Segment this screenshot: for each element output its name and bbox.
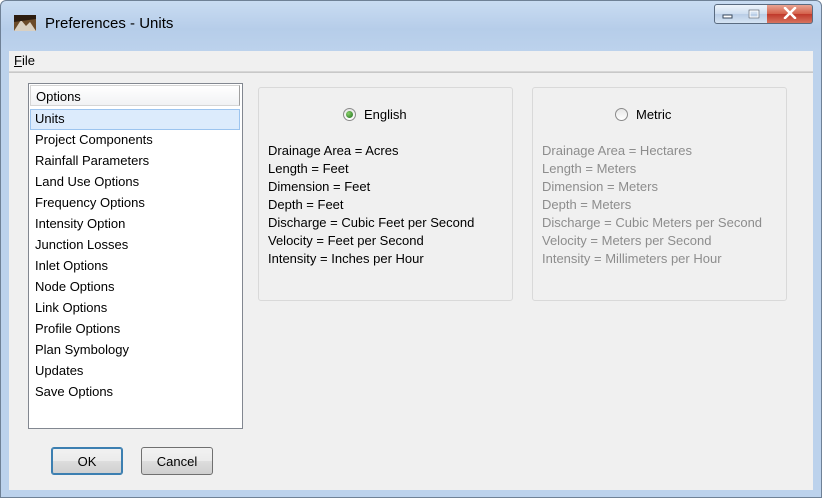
dialog-body: Options Units Project Components Rainfal… [9,72,813,490]
list-item-junction-losses[interactable]: Junction Losses [30,235,240,256]
options-list-items: Units Project Components Rainfall Parame… [30,109,240,403]
metric-intensity: Intensity = Millimeters per Hour [542,251,722,266]
title-bar[interactable]: Preferences - Units [1,1,821,47]
list-item-rainfall-parameters[interactable]: Rainfall Parameters [30,151,240,172]
menu-file[interactable]: File [14,53,35,68]
metric-velocity: Velocity = Meters per Second [542,233,712,248]
options-list[interactable]: Options Units Project Components Rainfal… [28,83,243,429]
metric-units-panel: Metric Drainage Area = Hectares Length =… [532,87,787,301]
preferences-window: Preferences - Units File Options Units P… [0,0,822,498]
list-item-link-options[interactable]: Link Options [30,298,240,319]
english-radio[interactable] [343,108,356,121]
metric-length: Length = Meters [542,161,637,176]
metric-drainage-area: Drainage Area = Hectares [542,143,692,158]
minimize-button[interactable] [714,4,742,24]
preferences-app-icon [13,13,37,33]
list-item-node-options[interactable]: Node Options [30,277,240,298]
minimize-icon [722,7,734,22]
english-length: Length = Feet [268,161,349,176]
list-item-land-use-options[interactable]: Land Use Options [30,172,240,193]
list-item-project-components[interactable]: Project Components [30,130,240,151]
list-item-intensity-option[interactable]: Intensity Option [30,214,240,235]
english-units-list: Drainage Area = Acres Length = Feet Dime… [268,142,474,268]
radio-selected-dot [346,111,353,118]
metric-discharge: Discharge = Cubic Meters per Second [542,215,763,230]
metric-depth: Depth = Meters [542,197,632,212]
maximize-button[interactable] [741,4,768,24]
english-intensity: Intensity = Inches per Hour [268,251,424,266]
options-header-label: Options [36,89,81,104]
english-velocity: Velocity = Feet per Second [268,233,424,248]
options-list-header[interactable]: Options [30,85,240,106]
metric-radio-row[interactable]: Metric [615,107,671,122]
metric-radio-label[interactable]: Metric [636,107,671,122]
metric-radio[interactable] [615,108,628,121]
list-item-units[interactable]: Units [30,109,240,130]
ok-button[interactable]: OK [51,447,123,475]
menu-bar: File [9,51,813,72]
list-item-inlet-options[interactable]: Inlet Options [30,256,240,277]
english-radio-row[interactable]: English [343,107,407,122]
list-item-updates[interactable]: Updates [30,361,240,382]
list-item-frequency-options[interactable]: Frequency Options [30,193,240,214]
english-discharge: Discharge = Cubic Feet per Second [268,215,475,230]
metric-dimension: Dimension = Meters [542,179,658,194]
close-icon [783,6,797,22]
english-radio-label[interactable]: English [364,107,407,122]
english-depth: Depth = Feet [268,197,344,212]
english-dimension: Dimension = Feet [268,179,371,194]
window-title: Preferences - Units [45,15,174,32]
english-units-panel: English Drainage Area = Acres Length = F… [258,87,513,301]
maximize-icon [748,7,760,22]
cancel-button[interactable]: Cancel [141,447,213,475]
list-item-plan-symbology[interactable]: Plan Symbology [30,340,240,361]
metric-units-list: Drainage Area = Hectares Length = Meters… [542,142,762,268]
list-item-save-options[interactable]: Save Options [30,382,240,403]
english-drainage-area: Drainage Area = Acres [268,143,399,158]
list-item-profile-options[interactable]: Profile Options [30,319,240,340]
close-button[interactable] [767,4,813,24]
